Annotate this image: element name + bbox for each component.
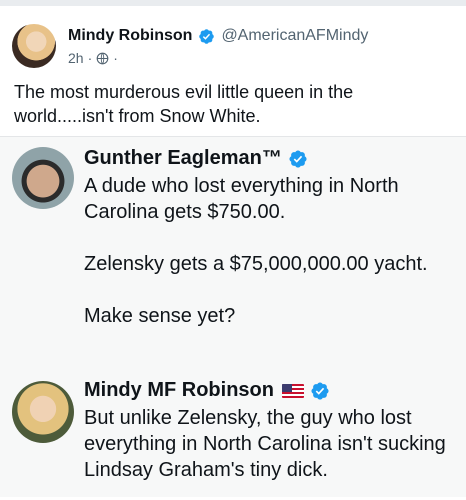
avatar bbox=[12, 147, 74, 209]
embedded-tweet-1: Gunther Eagleman™ A dude who lost everyt… bbox=[0, 137, 466, 365]
embedded-tweet-text: A dude who lost everything in North Caro… bbox=[84, 173, 460, 329]
top-divider bbox=[0, 0, 466, 6]
embedded-text-line: Make sense yet? bbox=[84, 305, 236, 327]
embedded-author-row: Gunther Eagleman™ bbox=[84, 147, 308, 170]
verified-badge-icon bbox=[199, 28, 215, 44]
embedded-text-gap bbox=[84, 277, 460, 303]
globe-icon bbox=[96, 52, 109, 64]
post-time[interactable]: 2h bbox=[68, 50, 84, 66]
author-row: Mindy Robinson @AmericanAFMindy bbox=[68, 26, 368, 46]
embedded-author-row: Mindy MF Robinson bbox=[84, 379, 330, 402]
avatar[interactable] bbox=[12, 24, 56, 68]
meta-separator: · bbox=[87, 50, 93, 66]
embedded-text-line: Zelensky gets a $75,000,000.00 yacht. bbox=[84, 253, 428, 275]
us-flag-icon bbox=[281, 383, 304, 398]
verified-badge-icon bbox=[311, 381, 329, 400]
embedded-author-name: Gunther Eagleman™ bbox=[84, 147, 282, 169]
avatar bbox=[12, 381, 74, 443]
embedded-screenshot: Gunther Eagleman™ A dude who lost everyt… bbox=[0, 136, 466, 497]
post-meta: 2h · · bbox=[68, 50, 118, 66]
embedded-text-line: A dude who lost everything in North Caro… bbox=[84, 175, 399, 223]
embedded-tweet-text: But unlike Zelensky, the guy who lost ev… bbox=[84, 405, 460, 483]
author-handle[interactable]: @AmericanAFMindy bbox=[221, 27, 368, 45]
post-header: Mindy Robinson @AmericanAFMindy 2h · · bbox=[10, 22, 460, 70]
verified-badge-icon bbox=[289, 149, 307, 168]
embedded-text-gap bbox=[84, 225, 460, 251]
embedded-text-line: But unlike Zelensky, the guy who lost ev… bbox=[84, 407, 446, 481]
meta-separator-2: · bbox=[113, 50, 118, 66]
embedded-tweet-2: Mindy MF Robinson But unlike Zelensky, t… bbox=[0, 373, 466, 497]
embedded-author-name: Mindy MF Robinson bbox=[84, 379, 274, 401]
author-name[interactable]: Mindy Robinson bbox=[68, 27, 192, 45]
post-text: The most murderous evil little queen in … bbox=[14, 82, 354, 126]
